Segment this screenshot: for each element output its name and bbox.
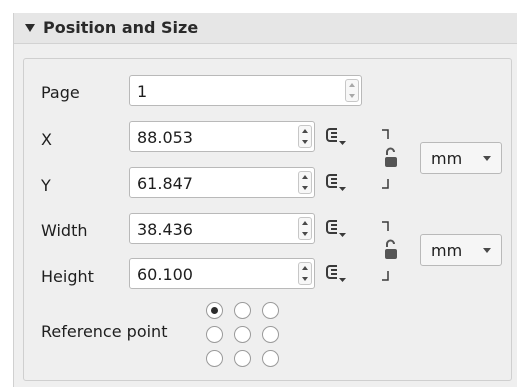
- height-value: 60.100: [137, 265, 193, 284]
- chevron-down-icon: [483, 248, 491, 253]
- reference-point-center[interactable]: [234, 326, 251, 343]
- reference-point-middle-right[interactable]: [262, 326, 279, 343]
- reference-point-top-center[interactable]: [234, 302, 251, 319]
- reference-point-bottom-left[interactable]: [206, 350, 223, 367]
- reference-point-bottom-center[interactable]: [234, 350, 251, 367]
- y-data-defined-icon[interactable]: [324, 173, 348, 193]
- position-units-combo[interactable]: mm: [420, 142, 502, 174]
- reference-point-top-right[interactable]: [262, 302, 279, 319]
- chevron-down-icon: [483, 156, 491, 161]
- y-label: Y: [41, 176, 51, 195]
- y-spinbox[interactable]: 61.847: [129, 167, 315, 198]
- page-spin-buttons[interactable]: [345, 79, 359, 102]
- width-label: Width: [41, 221, 88, 240]
- reference-point-label: Reference point: [41, 322, 168, 341]
- size-units-combo[interactable]: mm: [420, 234, 502, 266]
- reference-point-middle-left[interactable]: [206, 326, 223, 343]
- position-lock-icon[interactable]: [384, 147, 398, 169]
- position-size-group: Page 1 X 88.053 Y 61.847 mm Width 38.436…: [23, 58, 512, 381]
- x-data-defined-icon[interactable]: [324, 127, 348, 147]
- position-units-value: mm: [431, 149, 463, 168]
- reference-point-top-left[interactable]: [206, 302, 223, 319]
- width-spinbox[interactable]: 38.436: [129, 213, 315, 244]
- y-value: 61.847: [137, 174, 193, 193]
- width-spin-buttons[interactable]: [298, 217, 312, 240]
- size-units-value: mm: [431, 241, 463, 260]
- x-value: 88.053: [137, 128, 193, 147]
- item-properties-panel: Position and Size Page 1 X 88.053 Y 61.8…: [13, 13, 517, 387]
- height-spin-buttons[interactable]: [298, 262, 312, 285]
- width-data-defined-icon[interactable]: [324, 219, 348, 239]
- height-data-defined-icon[interactable]: [324, 264, 348, 284]
- reference-point-bottom-right[interactable]: [262, 350, 279, 367]
- x-spinbox[interactable]: 88.053: [129, 121, 315, 152]
- page-label: Page: [41, 83, 80, 102]
- width-value: 38.436: [137, 220, 193, 239]
- height-label: Height: [41, 267, 94, 286]
- page-value: 1: [137, 82, 148, 101]
- height-spinbox[interactable]: 60.100: [129, 258, 315, 289]
- collapse-triangle-icon[interactable]: [25, 24, 35, 32]
- section-title: Position and Size: [43, 18, 199, 37]
- size-lock-icon[interactable]: [384, 239, 398, 261]
- x-spin-buttons[interactable]: [298, 125, 312, 148]
- y-spin-buttons[interactable]: [298, 171, 312, 194]
- x-label: X: [41, 130, 52, 149]
- position-size-header[interactable]: Position and Size: [14, 13, 517, 44]
- page-spinbox[interactable]: 1: [129, 75, 362, 106]
